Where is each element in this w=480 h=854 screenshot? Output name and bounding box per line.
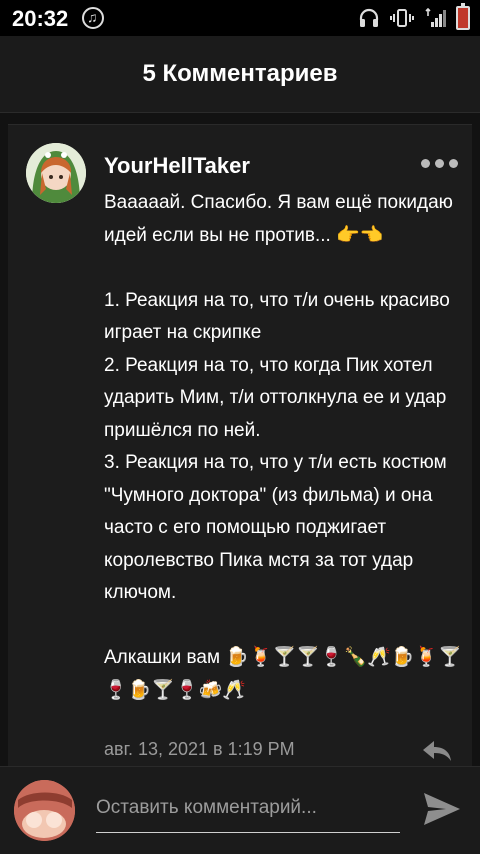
comments-header: 5 Комментариев xyxy=(0,36,480,113)
send-icon[interactable] xyxy=(420,787,464,831)
comment-input[interactable]: Оставить комментарий... xyxy=(96,791,400,833)
comment-composer: Оставить комментарий... xyxy=(0,766,480,854)
more-options-icon[interactable] xyxy=(421,153,458,173)
reply-icon[interactable] xyxy=(420,739,454,763)
user-avatar-image xyxy=(14,780,75,841)
headphones-icon xyxy=(359,8,379,27)
comment-date: авг. 13, 2021 в 1:19 PM xyxy=(104,739,295,759)
comment-username[interactable]: YourHellTaker xyxy=(104,153,250,179)
avatar-image xyxy=(26,143,86,203)
comment-input-placeholder: Оставить комментарий... xyxy=(96,797,317,818)
vibrate-icon xyxy=(390,9,414,27)
comment-text: Вааааай. Спасибо. Я вам ещё покидаю идей… xyxy=(104,192,462,701)
avatar[interactable] xyxy=(26,143,86,203)
status-icons xyxy=(358,3,470,30)
battery-icon xyxy=(456,3,470,30)
comment-card: YourHellTaker Вааааай. Спасибо. Я вам ещ… xyxy=(8,124,472,766)
music-icon xyxy=(82,7,104,29)
status-time: 20:32 xyxy=(12,6,69,31)
page-title: 5 Комментариев xyxy=(142,60,338,87)
status-bar: 20:32 xyxy=(0,0,480,36)
signal-icon xyxy=(425,8,446,27)
user-avatar[interactable] xyxy=(14,780,75,841)
